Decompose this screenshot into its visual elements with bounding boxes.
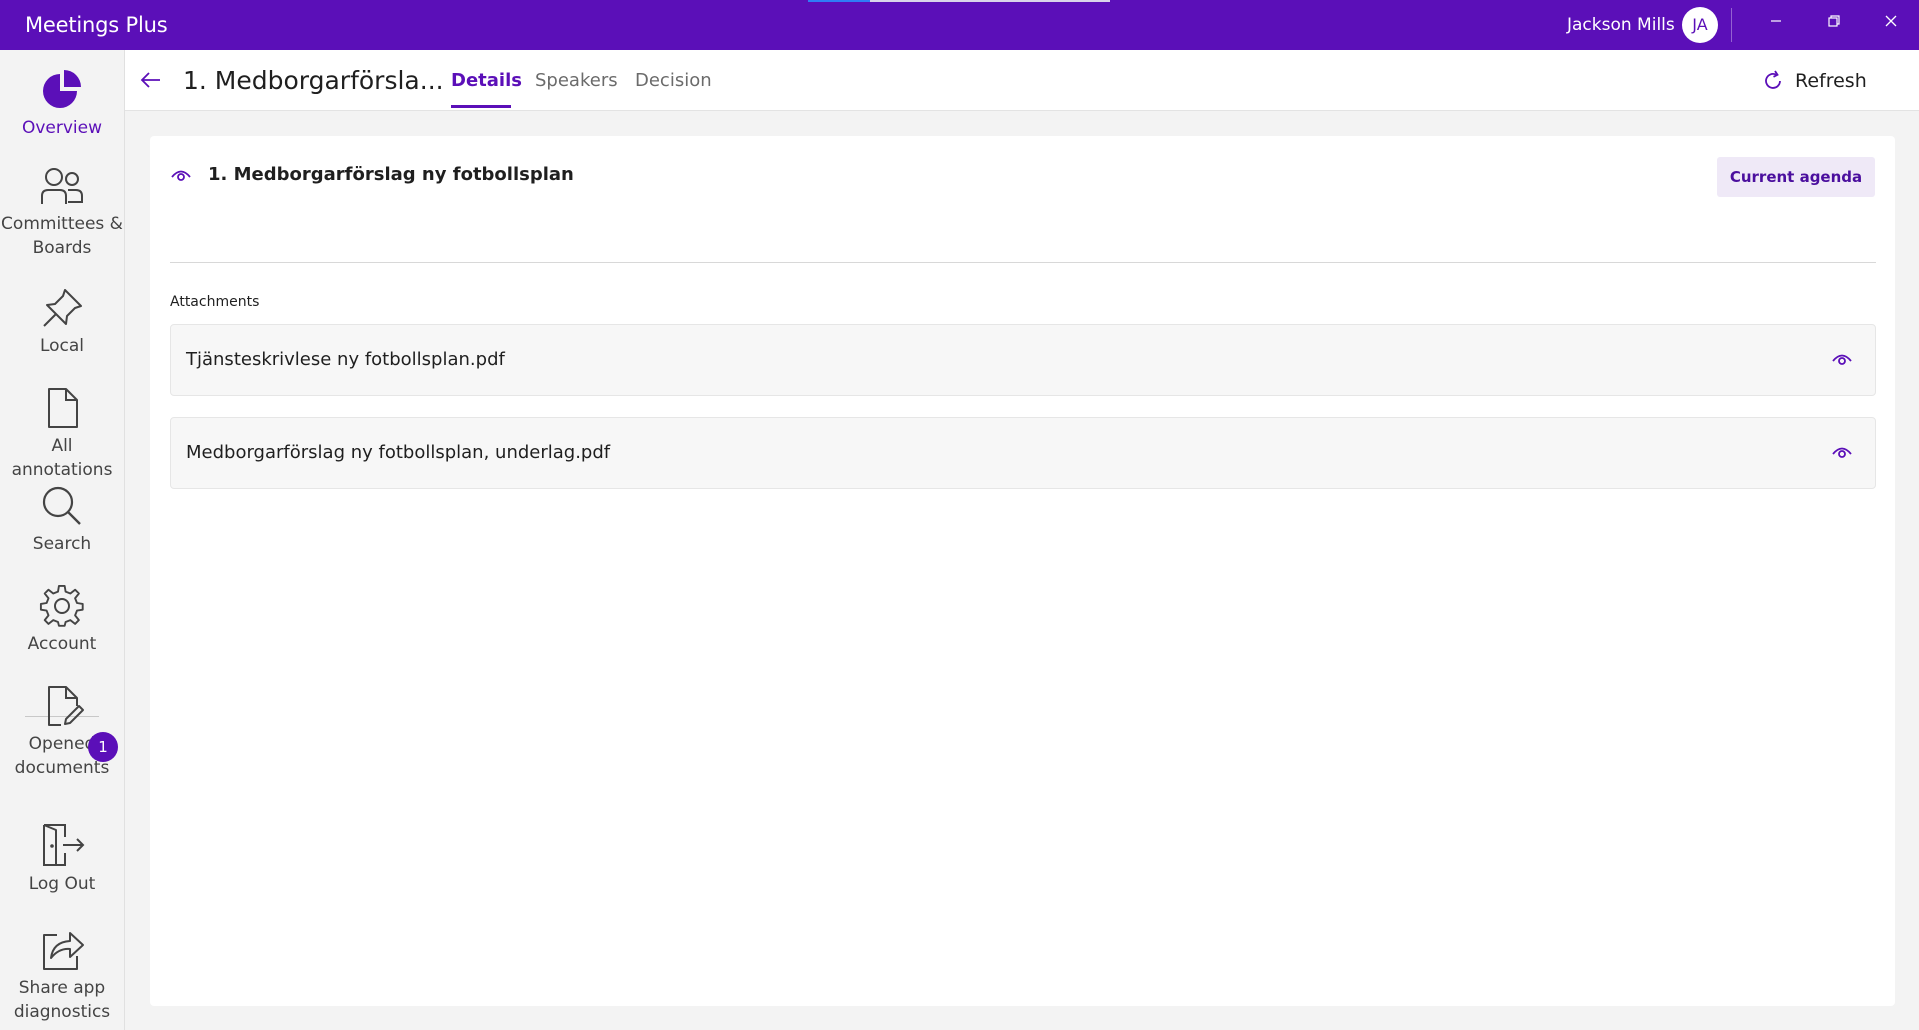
details-card: 1. Medborgarförslag ny fotbollsplan Curr… <box>150 136 1895 1006</box>
attachments-label: Attachments <box>170 294 260 310</box>
tab-decision[interactable]: Decision <box>635 70 712 91</box>
avatar[interactable]: JA <box>1682 7 1718 43</box>
sidebar-item-label: Share app diagnostics <box>13 978 111 1022</box>
share-icon <box>43 932 84 970</box>
tab-details[interactable]: Details <box>451 70 522 91</box>
gear-icon <box>39 584 84 627</box>
agenda-item-title: 1. Medborgarförslag ny fotbollsplan <box>208 164 574 185</box>
sidebar-item-label: Local <box>39 336 85 356</box>
sidebar-item-share-diagnostics[interactable]: Share app diagnostics <box>0 926 124 1024</box>
sidebar-item-label: Committees & Boards <box>1 214 123 258</box>
agenda-item-header: 1. Medborgarförslag ny fotbollsplan <box>170 164 574 185</box>
page-header: 1. Medborgarförsla... Details Speakers D… <box>125 50 1919 111</box>
logout-icon <box>43 824 85 866</box>
section-divider <box>170 262 1876 263</box>
sidebar-item-label: Account <box>27 634 97 654</box>
active-tab-indicator <box>451 105 511 108</box>
search-icon <box>42 486 81 525</box>
refresh-label: Refresh <box>1795 70 1867 92</box>
sidebar-item-label: Search <box>32 534 92 554</box>
sidebar-item-committees[interactable]: Committees & Boards <box>0 166 124 260</box>
sidebar-item-label: Log Out <box>28 874 96 894</box>
sidebar-item-search[interactable]: Search <box>0 484 124 556</box>
pie-chart-icon <box>43 70 81 108</box>
restore-icon <box>1828 15 1840 27</box>
sidebar-item-label: All annotations <box>11 436 113 480</box>
pin-icon <box>43 289 82 327</box>
refresh-button[interactable]: Refresh <box>1761 66 1867 96</box>
minimize-button[interactable] <box>1748 0 1804 42</box>
close-button[interactable] <box>1863 0 1919 42</box>
document-icon <box>48 388 78 428</box>
sidebar-item-account[interactable]: Account <box>0 584 124 656</box>
sidebar-item-logout[interactable]: Log Out <box>0 822 124 896</box>
attachment-name: Medborgarförslag ny fotbollsplan, underl… <box>186 442 611 463</box>
page-title: 1. Medborgarförsla... <box>183 66 444 95</box>
attachment-item[interactable]: Medborgarförslag ny fotbollsplan, underl… <box>170 417 1876 489</box>
attachment-item[interactable]: Tjänsteskrivlese ny fotbollsplan.pdf <box>170 324 1876 396</box>
people-icon <box>41 168 83 204</box>
back-button[interactable] <box>139 68 163 92</box>
sidebar: Overview Committees & Boards Local All a… <box>0 50 125 1030</box>
document-edit-icon <box>48 686 84 726</box>
sidebar-item-label: Overview <box>21 118 103 138</box>
restore-button[interactable] <box>1806 0 1862 42</box>
current-agenda-button[interactable]: Current agenda <box>1717 157 1875 197</box>
attachment-name: Tjänsteskrivlese ny fotbollsplan.pdf <box>186 349 505 370</box>
app-title: Meetings Plus <box>25 13 168 37</box>
close-icon <box>1885 15 1897 27</box>
sidebar-item-overview[interactable]: Overview <box>0 68 124 140</box>
sidebar-item-all-annotations[interactable]: All annotations <box>0 386 124 482</box>
eye-icon[interactable] <box>1831 351 1853 367</box>
title-bar: Meetings Plus Jackson Mills JA <box>0 0 1919 50</box>
opened-documents-badge: 1 <box>88 732 118 762</box>
sidebar-item-local[interactable]: Local <box>0 286 124 358</box>
progress-indicator <box>808 0 1110 2</box>
refresh-icon <box>1765 70 1781 89</box>
tab-speakers[interactable]: Speakers <box>535 70 618 91</box>
minimize-icon <box>1771 20 1781 22</box>
title-divider <box>1731 8 1732 42</box>
arrow-left-icon <box>140 72 160 88</box>
user-name[interactable]: Jackson Mills <box>1567 15 1675 35</box>
eye-icon[interactable] <box>170 167 192 183</box>
eye-icon[interactable] <box>1831 444 1853 460</box>
